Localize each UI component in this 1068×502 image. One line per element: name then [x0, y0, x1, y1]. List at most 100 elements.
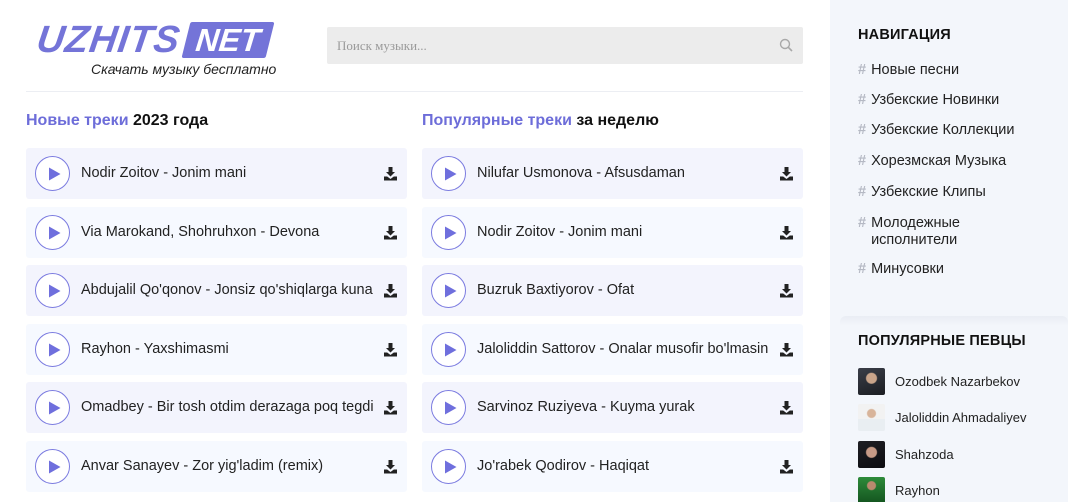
- singers-title: ПОПУЛЯРНЫЕ ПЕВЦЫ: [858, 333, 1026, 349]
- search-input[interactable]: [327, 27, 767, 64]
- logo-mark: UZHITS NET: [34, 19, 275, 61]
- track-title[interactable]: Abdujalil Qo'qonov - Jonsiz qo'shiqlarga…: [81, 281, 381, 300]
- logo-tagline: Скачать музыку бесплатно: [91, 61, 277, 77]
- singer-item[interactable]: Ozodbek Nazarbekov: [858, 367, 1020, 395]
- track-title[interactable]: Anvar Sanayev - Zor yig'ladim (remix): [81, 457, 381, 476]
- sidebar: НАВИГАЦИЯ # Новые песни # Узбекские Новинки…: [830, 0, 1068, 502]
- popular-track-row[interactable]: Buzruk Baxtiyorov - Ofat: [422, 265, 803, 316]
- track-title[interactable]: Jaloliddin Sattorov - Onalar musofir bo'…: [477, 340, 777, 359]
- nav-item-label: Минусовки: [871, 261, 944, 277]
- download-icon[interactable]: [779, 225, 794, 240]
- nav-item-label: Узбекские Клипы: [871, 184, 986, 200]
- download-icon[interactable]: [779, 283, 794, 298]
- singer-name: Shahzoda: [895, 446, 954, 462]
- download-icon[interactable]: [779, 400, 794, 415]
- track-title[interactable]: Nilufar Usmonova - Afsusdaman: [477, 164, 777, 183]
- play-button[interactable]: [35, 331, 70, 367]
- avatar: [858, 403, 885, 431]
- download-icon[interactable]: [779, 342, 794, 357]
- play-icon: [445, 460, 457, 473]
- download-icon[interactable]: [779, 166, 794, 181]
- play-button[interactable]: [35, 390, 70, 425]
- nav-item-label: Узбекские Новинки: [871, 92, 1000, 108]
- popular-tracks-section: Популярные треки за неделю Nilufar Usmon…: [422, 111, 803, 492]
- download-icon[interactable]: [779, 459, 794, 474]
- play-button[interactable]: [35, 156, 70, 191]
- play-icon: [445, 343, 457, 356]
- play-button[interactable]: [431, 448, 466, 484]
- track-title[interactable]: Omadbey - Bir tosh otdim derazaga poq te…: [81, 398, 381, 417]
- popular-track-row[interactable]: Nilufar Usmonova - Afsusdaman: [422, 148, 803, 199]
- popular-track-row[interactable]: Jo'rabek Qodirov - Haqiqat: [422, 440, 803, 492]
- new-track-row[interactable]: Rayhon - Yaxshimasmi: [26, 323, 407, 375]
- new-track-row[interactable]: Anvar Sanayev - Zor yig'ladim (remix): [26, 440, 407, 492]
- hash-icon: #: [858, 92, 867, 108]
- popular-tracks-title-link[interactable]: Популярные треки: [422, 112, 572, 129]
- singer-name: Jaloliddin Ahmadaliyev: [895, 409, 1027, 425]
- track-title[interactable]: Buzruk Baxtiyorov - Ofat: [477, 281, 777, 300]
- play-button[interactable]: [35, 448, 70, 484]
- play-button[interactable]: [431, 156, 466, 191]
- play-icon: [49, 284, 61, 298]
- site-logo[interactable]: UZHITS NET Скачать музыку бесплатно: [34, 19, 293, 78]
- new-tracks-title-link[interactable]: Новые треки: [26, 112, 129, 129]
- search-icon[interactable]: [779, 38, 793, 52]
- play-button[interactable]: [431, 273, 466, 308]
- track-title[interactable]: Rayhon - Yaxshimasmi: [81, 340, 381, 359]
- nav-item[interactable]: # Узбекские Клипы: [858, 184, 986, 201]
- popular-track-row[interactable]: Nodir Zoitov - Jonim mani: [422, 206, 803, 258]
- track-title[interactable]: Nodir Zoitov - Jonim mani: [81, 164, 381, 183]
- new-tracks-section: Новые треки 2023 года Nodir Zoitov - Jon…: [26, 111, 407, 492]
- download-icon[interactable]: [383, 283, 398, 298]
- popular-track-row[interactable]: Jaloliddin Sattorov - Onalar musofir bo'…: [422, 323, 803, 375]
- download-icon[interactable]: [383, 459, 398, 474]
- new-track-row[interactable]: Nodir Zoitov - Jonim mani: [26, 148, 407, 199]
- nav-item[interactable]: # Узбекские Коллекции: [858, 122, 1015, 139]
- download-icon[interactable]: [383, 225, 398, 240]
- download-icon[interactable]: [383, 400, 398, 415]
- play-icon: [49, 460, 61, 473]
- track-title[interactable]: Sarvinoz Ruziyeva - Kuyma yurak: [477, 398, 777, 417]
- hash-icon: #: [858, 184, 867, 200]
- nav-item[interactable]: # Узбекские Новинки: [858, 92, 999, 109]
- new-track-row[interactable]: Omadbey - Bir tosh otdim derazaga poq te…: [26, 382, 407, 433]
- singer-item[interactable]: Shahzoda: [858, 440, 954, 468]
- hash-icon: #: [858, 215, 867, 231]
- play-button[interactable]: [431, 390, 466, 425]
- nav-item[interactable]: # Молодежные исполнители: [858, 215, 1021, 249]
- play-button[interactable]: [431, 214, 466, 250]
- logo-badge: NET: [181, 22, 275, 58]
- play-icon: [49, 226, 61, 239]
- track-title[interactable]: Jo'rabek Qodirov - Haqiqat: [477, 457, 777, 476]
- download-icon[interactable]: [383, 166, 398, 181]
- nav-item[interactable]: # Минусовки: [858, 261, 944, 278]
- play-button[interactable]: [35, 273, 70, 308]
- hash-icon: #: [858, 62, 867, 78]
- singer-item[interactable]: Jaloliddin Ahmadaliyev: [858, 403, 1027, 431]
- nav-item-label: Хорезмская Музыка: [871, 153, 1007, 169]
- track-title[interactable]: Via Marokand, Shohruhxon - Devona: [81, 223, 381, 242]
- play-icon: [49, 343, 61, 356]
- avatar: [858, 440, 885, 468]
- play-button[interactable]: [431, 331, 466, 367]
- logo-badge-text: NET: [194, 22, 263, 58]
- nav-item[interactable]: # Хорезмская Музыка: [858, 153, 1006, 170]
- play-icon: [445, 167, 457, 181]
- nav-item-label: Молодежные исполнители: [871, 215, 960, 248]
- new-tracks-title-rest: 2023 года: [132, 112, 209, 129]
- singer-item[interactable]: Rayhon: [858, 476, 940, 502]
- track-title[interactable]: Nodir Zoitov - Jonim mani: [477, 223, 777, 242]
- download-icon[interactable]: [383, 342, 398, 357]
- logo-word: UZHITS: [34, 19, 184, 61]
- hash-icon: #: [858, 153, 867, 169]
- play-icon: [49, 167, 61, 181]
- nav-item[interactable]: # Новые песни: [858, 62, 959, 79]
- play-icon: [445, 284, 457, 298]
- nav-title: НАВИГАЦИЯ: [858, 27, 951, 43]
- play-button[interactable]: [35, 214, 70, 250]
- new-track-row[interactable]: Via Marokand, Shohruhxon - Devona: [26, 206, 407, 258]
- popular-track-row[interactable]: Sarvinoz Ruziyeva - Kuyma yurak: [422, 382, 803, 433]
- search-bar: [327, 27, 803, 64]
- singer-name: Rayhon: [895, 482, 940, 498]
- new-track-row[interactable]: Abdujalil Qo'qonov - Jonsiz qo'shiqlarga…: [26, 265, 407, 316]
